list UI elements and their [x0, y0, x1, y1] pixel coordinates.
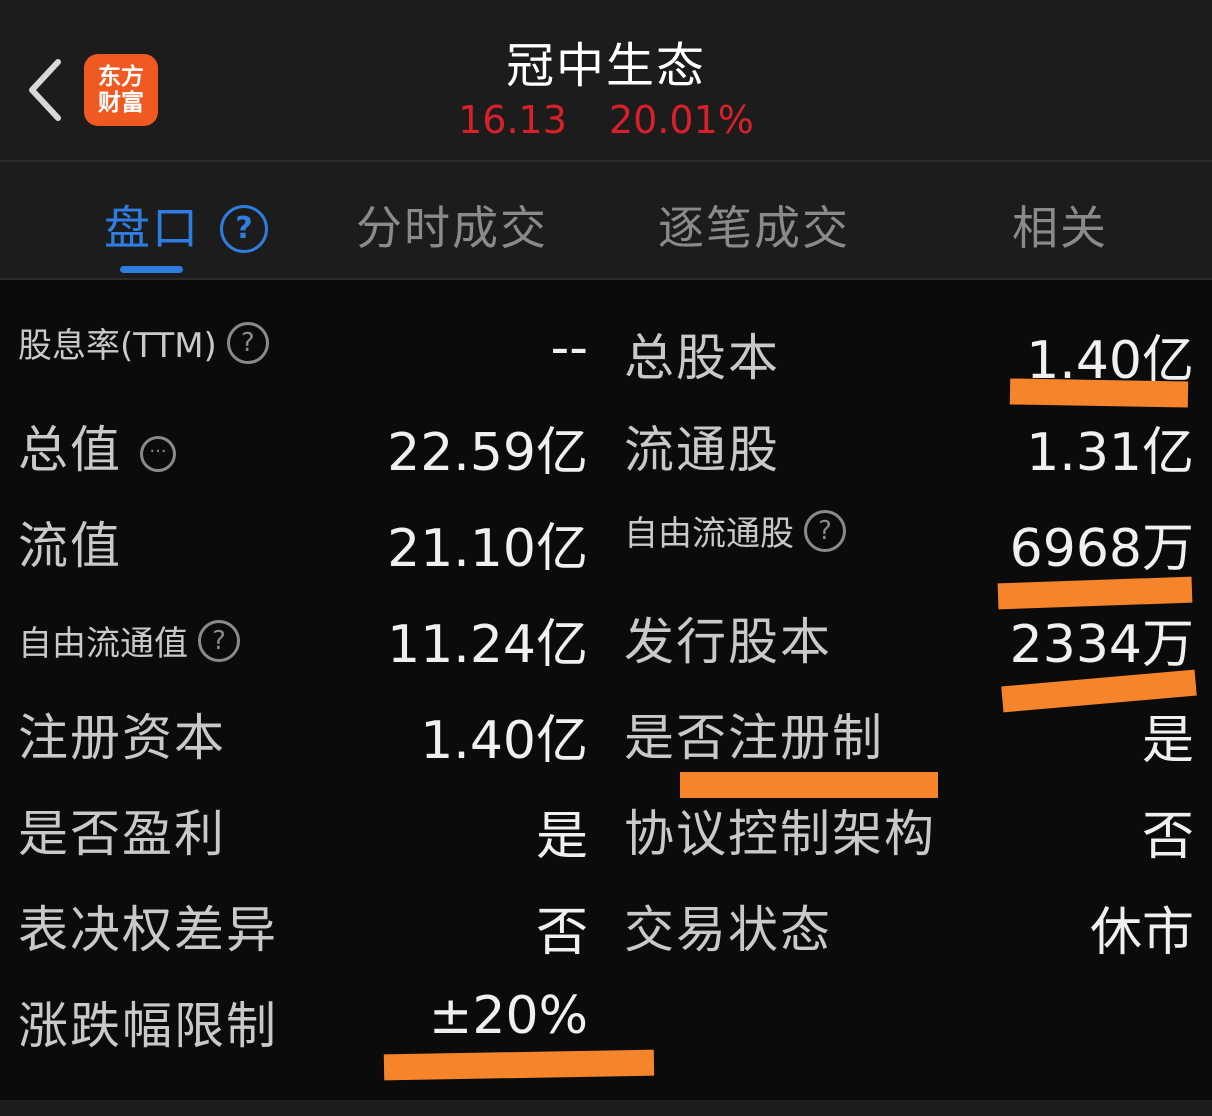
label-registered-capital: 注册资本: [18, 709, 226, 767]
value-vie-structure: 否: [1141, 807, 1194, 867]
tab-time-trades[interactable]: 分时成交: [356, 192, 548, 258]
label-dividend-yield: 股息率(TTM)?: [18, 318, 269, 367]
tab-bar: 盘口? 分时成交 逐笔成交 相关: [0, 162, 1212, 278]
label-dividend-yield-text: 股息率(TTM): [18, 326, 217, 366]
label-float-shares: 流通股: [624, 421, 780, 479]
label-total-shares: 总股本: [624, 329, 780, 387]
label-free-float-value-text: 自由流通值: [18, 624, 188, 664]
label-trading-status: 交易状态: [624, 901, 832, 959]
label-float-value: 流值: [18, 517, 122, 575]
label-free-float-shares-text: 自由流通股: [624, 514, 794, 554]
change-percent: 20.01%: [608, 98, 754, 142]
tab-tick-trades[interactable]: 逐笔成交: [658, 192, 850, 258]
label-profitable: 是否盈利: [18, 805, 226, 863]
tab-pankou[interactable]: 盘口?: [104, 192, 268, 258]
value-dividend-yield: --: [550, 318, 588, 378]
question-circle-icon[interactable]: ?: [198, 620, 240, 662]
label-registration-system: 是否注册制: [624, 709, 884, 767]
value-registration-system: 是: [1141, 711, 1194, 771]
price-quote: 16.13 20.01%: [0, 98, 1212, 142]
value-price-limit: ±20%: [428, 986, 588, 1046]
help-icon[interactable]: ?: [220, 205, 268, 253]
label-price-limit: 涨跌幅限制: [18, 997, 278, 1055]
highlight-mark: [383, 1049, 655, 1081]
value-float-value: 21.10亿: [387, 519, 588, 579]
bottom-bar: [0, 1100, 1212, 1116]
label-voting-rights-diff: 表决权差异: [18, 901, 278, 959]
value-float-shares: 1.31亿: [1026, 423, 1194, 483]
price-value: 16.13: [458, 98, 567, 142]
question-circle-icon[interactable]: ?: [226, 322, 269, 364]
value-total-value: 22.59亿: [387, 423, 588, 483]
value-free-float-value: 11.24亿: [387, 615, 588, 675]
quote-detail-panel: 股息率(TTM)? -- 总值 ··· 22.59亿 流值 21.10亿 自由流通…: [0, 280, 1212, 1116]
highlight-mark: [680, 772, 938, 798]
value-free-float-shares: 6968万: [1009, 519, 1194, 579]
value-profitable: 是: [535, 807, 588, 867]
label-total-value: 总值 ···: [18, 410, 176, 482]
stock-name: 冠中生态: [505, 38, 706, 94]
value-issued-shares: 2334万: [1009, 615, 1194, 675]
highlight-mark: [1009, 378, 1189, 408]
question-circle-icon[interactable]: ?: [804, 510, 846, 552]
active-tab-indicator: [120, 266, 183, 273]
value-registered-capital: 1.40亿: [420, 711, 588, 771]
value-trading-status: 休市: [1089, 903, 1194, 963]
header-bar: 东方 财富 冠中生态 16.13 20.01%: [0, 0, 1212, 160]
label-total-value-text: 总值: [18, 421, 122, 479]
label-vie-structure: 协议控制架构: [624, 805, 936, 863]
more-circle-icon[interactable]: ···: [140, 436, 176, 472]
tab-related[interactable]: 相关: [1012, 192, 1108, 258]
label-issued-shares: 发行股本: [624, 613, 832, 671]
value-voting-rights-diff: 否: [535, 903, 588, 963]
label-free-float-shares: 自由流通股?: [624, 506, 846, 555]
label-free-float-value: 自由流通值?: [18, 616, 240, 665]
tab-pankou-label: 盘口: [104, 201, 200, 255]
